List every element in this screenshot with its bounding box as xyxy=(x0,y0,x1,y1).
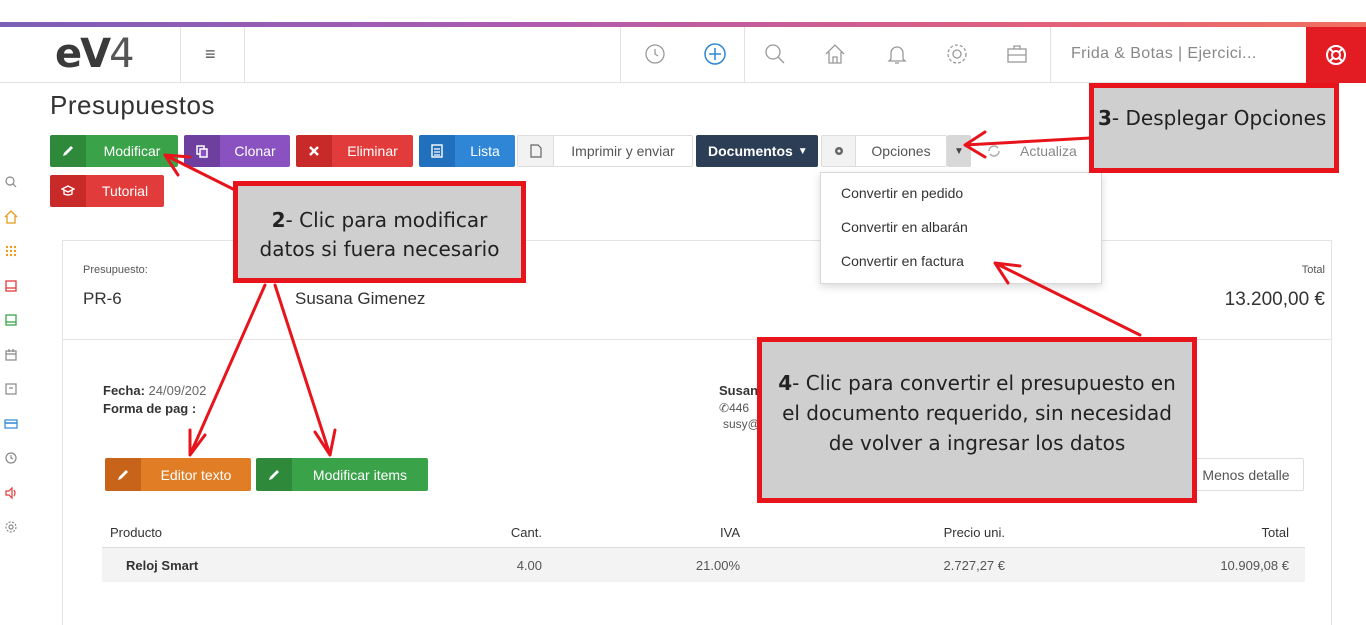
callout-step-3: 3- Desplegar Opciones xyxy=(1089,83,1339,173)
callout-step-2: 2- Clic para modificar datos si fuera ne… xyxy=(233,181,526,283)
callout-step-4: 4- Clic para convertir el presupuesto en… xyxy=(757,337,1197,503)
